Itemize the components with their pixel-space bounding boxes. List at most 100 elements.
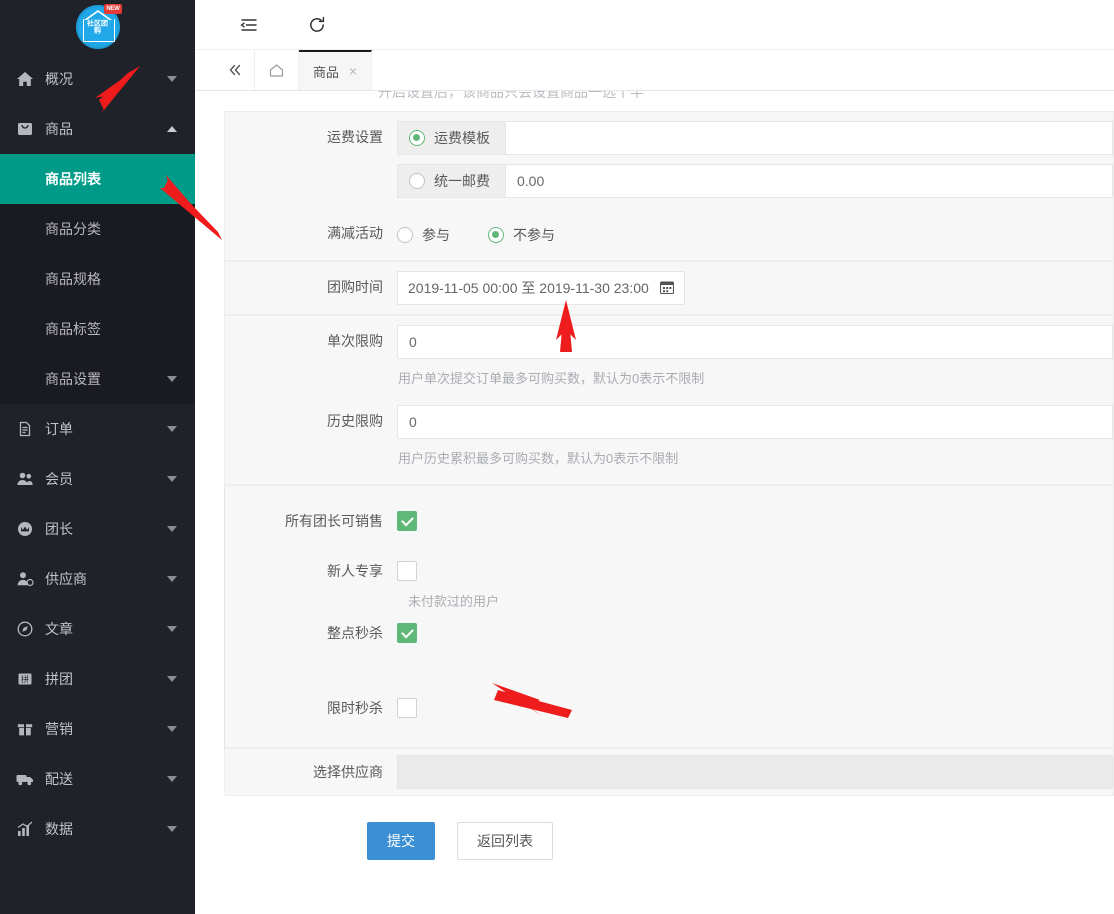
sidebar-label-data: 数据 <box>45 819 167 839</box>
calendar-icon[interactable] <box>660 280 674 297</box>
chevron-down-icon <box>167 426 177 432</box>
sidebar-item-member[interactable]: 会员 <box>0 454 195 504</box>
menu-collapse-icon[interactable] <box>235 11 263 39</box>
chevron-down-icon <box>167 726 177 732</box>
hint-history-limit: 用户历史累积最多可购买数，默认为0表示不限制 <box>397 439 1113 467</box>
form-row-supplier: 选择供应商 <box>225 749 1113 795</box>
close-icon[interactable]: × <box>349 64 357 78</box>
sidebar-item-leader[interactable]: 团长 <box>0 504 195 554</box>
sidebar-label-order: 订单 <box>45 419 167 439</box>
control-discount: 参与 不参与 <box>397 208 1113 260</box>
checkbox-limited-seckill[interactable] <box>397 698 417 718</box>
sidebar-item-data[interactable]: 数据 <box>0 804 195 854</box>
back-to-list-button[interactable]: 返回列表 <box>457 822 553 860</box>
form-row-groupbuy-time: 团购时间 2019-11-05 00:00 至 2019-11-30 23:00 <box>225 262 1113 314</box>
sidebar-label-product: 商品 <box>45 119 167 139</box>
sidebar-item-product[interactable]: 商品 <box>0 104 195 154</box>
chevron-down-icon <box>167 526 177 532</box>
sidebar-item-article[interactable]: 文章 <box>0 604 195 654</box>
home-outline-icon[interactable] <box>255 50 299 90</box>
flat-fee-input[interactable] <box>505 164 1113 198</box>
supplier-select[interactable] <box>397 755 1113 789</box>
control-all-leaders <box>397 498 1113 531</box>
label-discount: 满减活动 <box>225 208 397 244</box>
checkbox-all-leaders[interactable] <box>397 511 417 531</box>
double-chevron-left-icon[interactable] <box>215 50 255 90</box>
chevron-down-icon <box>167 776 177 782</box>
label-limited-seckill: 限时秒杀 <box>225 685 397 718</box>
radio-not-join[interactable] <box>488 227 504 243</box>
label-groupbuy-time: 团购时间 <box>225 262 397 298</box>
form-row-shipping: 运费设置 运费模板 <box>225 112 1113 164</box>
tab-product[interactable]: 商品 × <box>299 50 372 90</box>
sidebar-label-product-category: 商品分类 <box>45 219 177 239</box>
sidebar-item-overview[interactable]: 概况 <box>0 54 195 104</box>
form-row-single-limit: 单次限购 用户单次提交订单最多可购买数，默认为0表示不限制 <box>225 316 1113 396</box>
control-history-limit: 用户历史累积最多可购买数，默认为0表示不限制 <box>397 396 1113 476</box>
control-newcomer: 未付款过的用户 <box>397 548 1113 610</box>
sidebar-label-leader: 团长 <box>45 519 167 539</box>
control-supplier <box>397 749 1113 795</box>
date-range-picker[interactable]: 2019-11-05 00:00 至 2019-11-30 23:00 <box>397 271 685 305</box>
sidebar-label-overview: 概况 <box>45 69 167 89</box>
chevron-down-icon <box>167 826 177 832</box>
refresh-icon[interactable] <box>303 11 331 39</box>
sidebar-item-product-tag[interactable]: 商品标签 <box>0 304 195 354</box>
bag-icon <box>16 120 34 138</box>
form-row-limited-seckill: 限时秒杀 <box>225 685 1113 733</box>
label-hourly-seckill: 整点秒杀 <box>225 610 397 643</box>
chevron-down-icon <box>167 576 177 582</box>
compass-icon <box>16 620 34 638</box>
sidebar-nav: 概况 商品 商品列表 商品分类 商品规格 <box>0 54 195 854</box>
chevron-down-icon <box>167 476 177 482</box>
svg-text:拼: 拼 <box>21 674 29 684</box>
radio-option-not-join[interactable]: 不参与 <box>488 225 555 245</box>
sidebar-label-article: 文章 <box>45 619 167 639</box>
label-all-leaders: 所有团长可销售 <box>225 498 397 531</box>
new-badge: NEW <box>104 4 121 14</box>
control-single-limit: 用户单次提交订单最多可购买数，默认为0表示不限制 <box>397 316 1113 396</box>
main-area: 商品 × 开启设置后，该商品只会设置商品一选个半 运费设置 <box>195 0 1114 914</box>
panel-groupbuy-time: 团购时间 2019-11-05 00:00 至 2019-11-30 23:00 <box>224 261 1114 315</box>
radio-flat-fee[interactable] <box>409 173 425 189</box>
sidebar-item-supplier[interactable]: 供应商 <box>0 554 195 604</box>
truck-icon <box>16 770 34 788</box>
sidebar-item-product-list[interactable]: 商品列表 <box>0 154 195 204</box>
top-toolbar <box>195 0 1114 50</box>
radio-option-flat-fee[interactable]: 统一邮费 <box>397 164 505 198</box>
clipped-hint-text: 开启设置后，该商品只会设置商品一选个半 <box>195 91 1114 111</box>
single-limit-input[interactable] <box>397 325 1113 359</box>
radio-join[interactable] <box>397 227 413 243</box>
sidebar-item-product-settings[interactable]: 商品设置 <box>0 354 195 404</box>
control-limited-seckill <box>397 685 1113 718</box>
logo-container[interactable]: 社区团购 NEW <box>0 0 195 54</box>
checkbox-newcomer[interactable] <box>397 561 417 581</box>
checkbox-hourly-seckill[interactable] <box>397 623 417 643</box>
control-groupbuy-time: 2019-11-05 00:00 至 2019-11-30 23:00 <box>397 262 1113 314</box>
sidebar-item-product-category[interactable]: 商品分类 <box>0 204 195 254</box>
form-row-flat-fee: 统一邮费 <box>225 164 1113 208</box>
label-single-limit: 单次限购 <box>225 316 397 352</box>
users-icon <box>16 470 34 488</box>
chevron-down-icon <box>167 76 177 82</box>
chart-icon <box>16 820 34 838</box>
radio-option-template[interactable]: 运费模板 <box>397 121 505 155</box>
panel-purchase-limits: 单次限购 用户单次提交订单最多可购买数，默认为0表示不限制 历史限购 用户历史累… <box>224 315 1114 485</box>
submit-button[interactable]: 提交 <box>367 822 435 860</box>
radio-template[interactable] <box>409 130 425 146</box>
hint-newcomer: 未付款过的用户 <box>387 581 1113 610</box>
history-limit-input[interactable] <box>397 405 1113 439</box>
panel-flags: 所有团长可销售 新人专享 未付款过的用户 整点秒杀 <box>224 485 1114 748</box>
control-shipping: 运费模板 <box>397 112 1113 164</box>
sidebar-item-delivery[interactable]: 配送 <box>0 754 195 804</box>
radio-option-join[interactable]: 参与 <box>397 225 450 245</box>
sidebar-item-groupon[interactable]: 拼 拼团 <box>0 654 195 704</box>
label-template: 运费模板 <box>434 128 490 148</box>
shipping-template-input[interactable] <box>505 121 1113 155</box>
sidebar-item-product-spec[interactable]: 商品规格 <box>0 254 195 304</box>
app-root: 社区团购 NEW 概况 商品 商品列表 <box>0 0 1114 914</box>
sidebar-item-order[interactable]: 订单 <box>0 404 195 454</box>
form-scroll-area: 开启设置后，该商品只会设置商品一选个半 运费设置 运费模板 <box>195 91 1114 860</box>
home-icon <box>16 70 34 88</box>
sidebar-item-marketing[interactable]: 营销 <box>0 704 195 754</box>
